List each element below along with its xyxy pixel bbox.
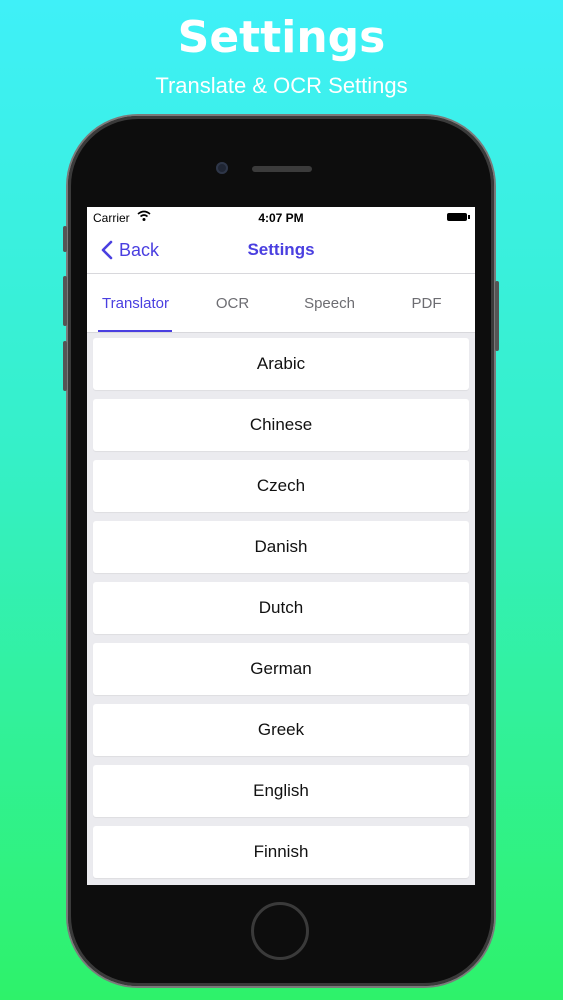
language-item-finnish[interactable]: Finnish: [93, 826, 469, 878]
tab-label: Translator: [102, 294, 169, 312]
tab-ocr[interactable]: OCR: [184, 274, 281, 332]
phone-frame: Carrier 4:07 PM Back Settings Translator: [63, 116, 499, 986]
language-item-danish[interactable]: Danish: [93, 521, 469, 573]
tab-label: Speech: [304, 294, 355, 312]
earpiece-speaker: [252, 166, 312, 172]
language-item-greek[interactable]: Greek: [93, 704, 469, 756]
tab-label: PDF: [411, 294, 442, 312]
phone-screen: Carrier 4:07 PM Back Settings Translator: [87, 207, 475, 885]
power-button: [495, 281, 499, 351]
volume-down-button: [63, 341, 67, 391]
status-bar: Carrier 4:07 PM: [87, 207, 475, 227]
status-time: 4:07 PM: [258, 211, 304, 225]
language-item-czech[interactable]: Czech: [93, 460, 469, 512]
nav-title: Settings: [247, 240, 315, 259]
promo-title: Settings: [177, 12, 386, 63]
tab-speech[interactable]: Speech: [281, 274, 378, 332]
tab-bar: Translator OCR Speech PDF: [87, 274, 475, 333]
language-list: Arabic Chinese Czech Danish Dutch German…: [93, 338, 469, 885]
battery-icon: [447, 213, 470, 221]
language-item-german[interactable]: German: [93, 643, 469, 695]
promo-subtitle: Translate & OCR Settings: [155, 73, 408, 98]
tab-pdf[interactable]: PDF: [378, 274, 475, 332]
front-camera: [216, 162, 228, 174]
language-item-arabic[interactable]: Arabic: [93, 338, 469, 390]
active-tab-indicator: [98, 330, 172, 332]
mute-switch: [63, 226, 67, 252]
language-item-chinese[interactable]: Chinese: [93, 399, 469, 451]
tab-translator[interactable]: Translator: [87, 274, 184, 332]
volume-up-button: [63, 276, 67, 326]
language-item-dutch[interactable]: Dutch: [93, 582, 469, 634]
navigation-bar: Back Settings: [87, 227, 475, 274]
home-button[interactable]: [251, 902, 309, 960]
tab-label: OCR: [215, 294, 250, 312]
language-item-english[interactable]: English: [93, 765, 469, 817]
